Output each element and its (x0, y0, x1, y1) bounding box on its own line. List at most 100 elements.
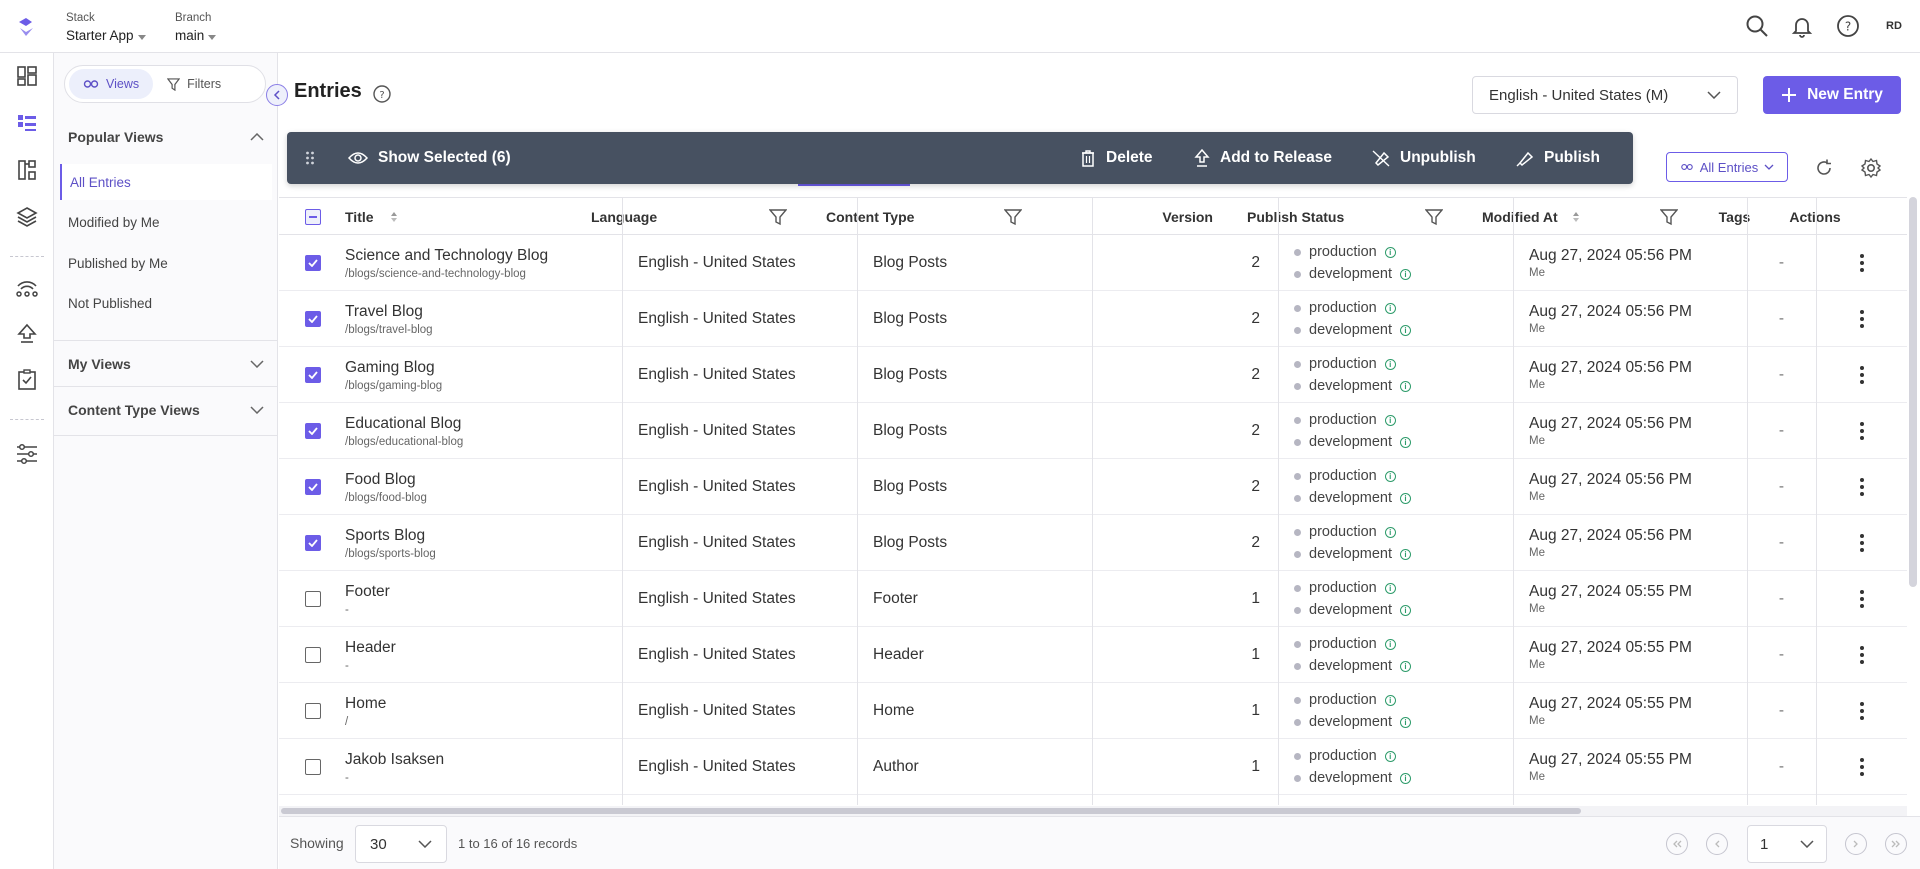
row-checkbox[interactable] (305, 367, 321, 383)
info-icon[interactable]: i (1400, 548, 1412, 560)
entry-title[interactable]: Footer (345, 583, 622, 601)
filters-tab[interactable]: Filters (153, 69, 235, 99)
row-checkbox[interactable] (305, 703, 321, 719)
add-to-release-button[interactable]: Add to Release (1194, 132, 1332, 184)
kebab-menu-icon[interactable] (1860, 310, 1864, 328)
entry-title[interactable]: Educational Blog (345, 415, 622, 433)
info-icon[interactable]: i (1384, 414, 1396, 426)
horizontal-scrollbar[interactable] (279, 806, 1907, 816)
info-icon[interactable]: i (1400, 380, 1412, 392)
row-checkbox[interactable] (305, 423, 321, 439)
view-not-published[interactable]: Not Published (60, 285, 272, 321)
column-title[interactable]: Title (329, 198, 559, 236)
info-icon[interactable]: i (1400, 716, 1412, 728)
unpublish-button[interactable]: Unpublish (1372, 132, 1476, 184)
row-checkbox[interactable] (305, 311, 321, 327)
table-row[interactable]: Header - English - United States Header 1 pro… (279, 627, 1907, 683)
refresh-icon[interactable] (1810, 154, 1838, 182)
show-selected-button[interactable]: Show Selected (6) (348, 132, 511, 184)
column-modified-at[interactable]: Modified At (1466, 198, 1700, 236)
table-row[interactable]: Travel Blog/blogs/travel-blog English - U… (279, 291, 1907, 347)
assets-icon[interactable] (12, 202, 42, 232)
info-icon[interactable]: i (1384, 246, 1396, 258)
kebab-menu-icon[interactable] (1860, 590, 1864, 608)
prev-page-button[interactable] (1706, 833, 1728, 855)
entry-title[interactable]: Sports Blog (345, 527, 622, 545)
title-cell[interactable]: Home / (329, 683, 622, 739)
view-published-by-me[interactable]: Published by Me (60, 245, 272, 281)
filter-icon[interactable] (1660, 208, 1678, 226)
all-entries-filter[interactable]: All Entries (1666, 152, 1788, 182)
row-checkbox[interactable] (305, 479, 321, 495)
entry-title[interactable]: Home (345, 695, 622, 713)
bell-icon[interactable] (1788, 12, 1816, 40)
my-views-header[interactable]: My Views (54, 344, 278, 384)
releases-icon[interactable] (12, 273, 42, 303)
entry-title[interactable]: Header (345, 639, 622, 657)
entry-title[interactable]: Food Blog (345, 471, 622, 489)
info-icon[interactable]: i (1384, 582, 1396, 594)
popular-views-header[interactable]: Popular Views (54, 117, 278, 157)
gear-icon[interactable] (1857, 154, 1885, 182)
kebab-menu-icon[interactable] (1860, 366, 1864, 384)
title-cell[interactable]: Jakob Isaksen - (329, 739, 622, 795)
entry-title[interactable]: Jakob Isaksen (345, 751, 622, 769)
column-version[interactable]: Version (1045, 198, 1231, 236)
branch-selector[interactable]: Branch main (175, 11, 217, 45)
title-cell[interactable]: Sports Blog/blogs/sports-blog (329, 515, 622, 571)
deploy-icon[interactable] (12, 319, 42, 349)
info-icon[interactable]: i (1400, 324, 1412, 336)
filter-icon[interactable] (769, 208, 787, 226)
search-icon[interactable] (1743, 12, 1771, 40)
column-language[interactable]: Language (575, 198, 809, 236)
select-all-checkbox[interactable] (305, 209, 321, 225)
filter-icon[interactable] (1425, 208, 1443, 226)
view-all-entries[interactable]: All Entries (60, 164, 272, 200)
next-page-button[interactable] (1845, 833, 1867, 855)
entry-title[interactable]: Science and Technology Blog (345, 247, 622, 265)
kebab-menu-icon[interactable] (1860, 646, 1864, 664)
delete-button[interactable]: Delete (1080, 132, 1153, 184)
info-icon[interactable]: i (1384, 470, 1396, 482)
info-icon[interactable]: i (1384, 638, 1396, 650)
table-row[interactable]: Science and Technology Blog/blogs/scienc… (279, 235, 1907, 291)
info-icon[interactable]: i (1384, 694, 1396, 706)
filter-icon[interactable] (1004, 208, 1022, 226)
row-checkbox[interactable] (305, 535, 321, 551)
publish-button[interactable]: Publish (1516, 132, 1600, 184)
entries-icon[interactable] (12, 108, 42, 138)
row-checkbox[interactable] (305, 591, 321, 607)
table-row[interactable]: Food Blog/blogs/food-blog English - Unite… (279, 459, 1907, 515)
page-select[interactable]: 1 (1747, 825, 1827, 863)
title-cell[interactable]: Footer - (329, 571, 622, 627)
vertical-scrollbar[interactable] (1909, 197, 1917, 587)
sort-icon[interactable] (390, 211, 398, 223)
info-icon[interactable]: i (1400, 660, 1412, 672)
title-cell[interactable]: Science and Technology Blog/blogs/scienc… (329, 235, 622, 291)
row-checkbox[interactable] (305, 255, 321, 271)
view-modified-by-me[interactable]: Modified by Me (60, 204, 272, 240)
kebab-menu-icon[interactable] (1860, 422, 1864, 440)
collapse-panel-button[interactable] (266, 84, 288, 106)
last-page-button[interactable] (1885, 833, 1907, 855)
language-select[interactable]: English - United States (M) (1472, 76, 1738, 114)
tasks-icon[interactable] (12, 365, 42, 395)
info-icon[interactable]: i (1400, 772, 1412, 784)
entry-title[interactable]: Travel Blog (345, 303, 622, 321)
kebab-menu-icon[interactable] (1860, 702, 1864, 720)
content-models-icon[interactable] (12, 155, 42, 185)
column-content-type[interactable]: Content Type (810, 198, 1044, 236)
app-logo-icon[interactable] (13, 14, 39, 40)
dashboard-icon[interactable] (12, 61, 42, 91)
scrollbar-thumb[interactable] (281, 808, 1581, 814)
content-type-views-header[interactable]: Content Type Views (54, 390, 278, 430)
settings-icon[interactable] (12, 439, 42, 469)
table-row[interactable]: Gaming Blog/blogs/gaming-blog English - U… (279, 347, 1907, 403)
table-row[interactable]: Jakob Isaksen - English - United States Aut… (279, 739, 1907, 795)
kebab-menu-icon[interactable] (1860, 478, 1864, 496)
help-icon[interactable]: ? (372, 84, 392, 104)
title-cell[interactable]: Educational Blog/blogs/educational-blog (329, 403, 622, 459)
column-tags[interactable]: Tags (1700, 198, 1769, 236)
kebab-menu-icon[interactable] (1860, 534, 1864, 552)
entry-title[interactable]: Gaming Blog (345, 359, 622, 377)
